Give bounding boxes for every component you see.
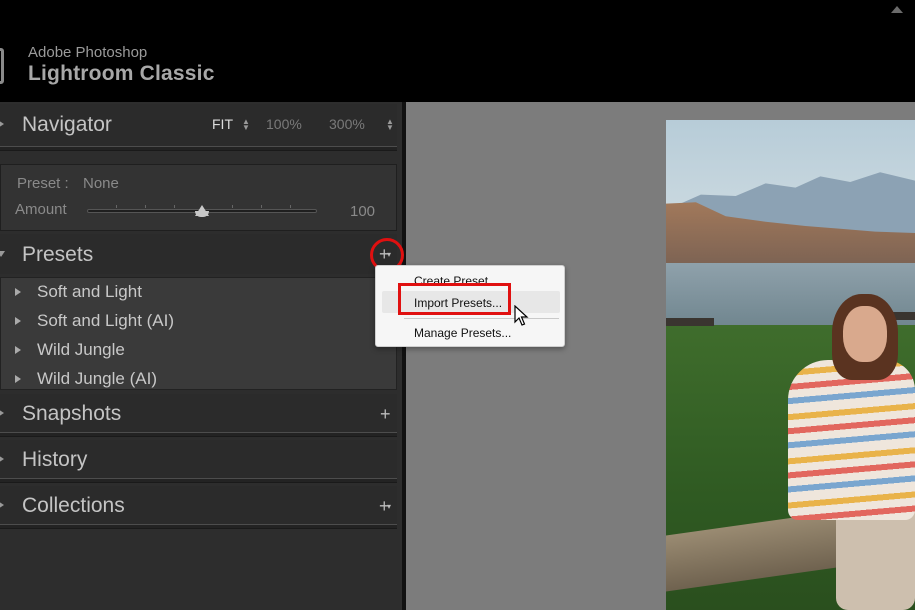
expand-triangle-icon — [0, 455, 4, 463]
import-highlight-box — [398, 283, 511, 315]
preset-folder-item[interactable]: Wild Jungle (AI) — [1, 365, 397, 394]
preset-folder-label: Wild Jungle — [37, 340, 125, 359]
title-bar: Adobe Photoshop Lightroom Classic — [0, 0, 915, 102]
preset-folder-item[interactable]: Wild Jungle — [1, 336, 397, 365]
preset-folder-label: Wild Jungle (AI) — [37, 369, 157, 388]
expand-triangle-icon[interactable] — [15, 375, 21, 383]
collapse-triangle-icon — [0, 251, 5, 257]
collections-header[interactable]: Collections — [0, 486, 397, 524]
photo-bench — [666, 318, 714, 326]
slider-tick — [232, 205, 233, 208]
expand-triangle-icon — [0, 409, 4, 417]
mouse-cursor-icon — [514, 305, 529, 326]
history-title: History — [22, 448, 88, 471]
expand-triangle-icon — [0, 120, 4, 128]
add-snapshot-plus-icon[interactable]: + — [380, 405, 391, 423]
menu-separator — [404, 318, 559, 319]
add-collection-plus-icon[interactable]: + ▾ — [379, 497, 391, 515]
section-divider — [0, 524, 397, 529]
zoom-fit-button[interactable]: FIT — [212, 116, 233, 132]
section-divider — [0, 432, 397, 437]
expand-triangle-icon[interactable] — [15, 346, 21, 354]
preset-folder-item[interactable]: Soft and Light (AI) — [1, 307, 397, 336]
collections-title: Collections — [22, 494, 125, 517]
photo-person-sweater — [788, 360, 915, 520]
section-divider — [0, 146, 397, 151]
preset-label: Preset : — [17, 175, 69, 192]
navigator-title: Navigator — [22, 113, 112, 136]
preset-value: None — [83, 175, 119, 192]
zoom-updown-icon[interactable]: ▲ ▼ — [386, 118, 394, 132]
zoom-100-button[interactable]: 100% — [266, 116, 302, 132]
photo-preview[interactable] — [666, 120, 915, 610]
snapshots-header[interactable]: Snapshots — [0, 394, 397, 432]
fit-updown-icon[interactable]: ▲ ▼ — [242, 118, 250, 132]
slider-tick — [174, 205, 175, 208]
manage-presets-menu-item[interactable]: Manage Presets... — [414, 326, 511, 340]
lightroom-logo-icon — [0, 48, 4, 84]
slider-tick — [145, 205, 146, 208]
presets-list: Soft and Light Soft and Light (AI) Wild … — [0, 277, 397, 390]
expand-triangle-icon[interactable] — [15, 288, 21, 296]
section-divider — [0, 478, 397, 483]
slider-tick — [290, 205, 291, 208]
preset-folder-label: Soft and Light (AI) — [37, 311, 175, 330]
app-vendor-name: Adobe Photoshop — [28, 44, 148, 61]
collapse-top-panel-icon[interactable] — [891, 6, 903, 13]
presets-title: Presets — [22, 243, 94, 266]
slider-tick — [261, 205, 262, 208]
preset-folder-label: Soft and Light — [37, 282, 142, 301]
amount-value: 100 — [350, 203, 376, 220]
expand-triangle-icon — [0, 501, 4, 509]
history-header[interactable]: History — [0, 440, 397, 478]
expand-triangle-icon[interactable] — [15, 317, 21, 325]
snapshots-title: Snapshots — [22, 402, 122, 425]
zoom-300-button[interactable]: 300% — [329, 116, 365, 132]
app-product-name: Lightroom Classic — [28, 62, 215, 85]
amount-label: Amount — [15, 201, 67, 218]
preset-folder-item[interactable]: Soft and Light — [1, 278, 397, 307]
presets-header[interactable]: Presets — [0, 234, 397, 274]
photo-person-face — [843, 306, 887, 362]
slider-tick — [116, 205, 117, 208]
